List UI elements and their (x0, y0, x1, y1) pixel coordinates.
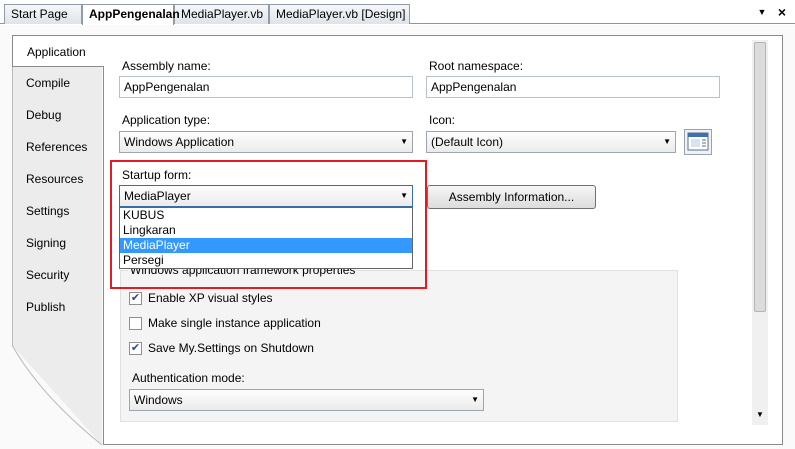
tab-dropdown-icon[interactable]: ▼ (756, 6, 768, 18)
close-icon[interactable]: × (775, 5, 789, 19)
highlight-annotation-box (110, 160, 427, 289)
save-settings-checkbox[interactable]: ✔ (129, 342, 142, 355)
authentication-mode-label: Authentication mode: (132, 371, 245, 385)
single-instance-label: Make single instance application (148, 316, 321, 330)
app-icon-preview-icon (684, 129, 712, 155)
side-tab-references[interactable]: References (12, 131, 102, 163)
scrollbar-thumb[interactable] (754, 42, 766, 312)
side-tab-compile[interactable]: Compile (12, 67, 102, 99)
tab-start-page[interactable]: Start Page (4, 4, 82, 24)
icon-label: Icon: (429, 113, 456, 127)
side-tab-application[interactable]: Application (12, 35, 104, 67)
chevron-down-icon: ▼ (663, 137, 671, 146)
save-settings-label: Save My.Settings on Shutdown (148, 341, 314, 355)
assembly-name-input[interactable]: AppPengenalan (119, 76, 413, 98)
document-tab-strip: Start Page AppPengenalan MediaPlayer.vb … (0, 0, 795, 25)
side-tab-resources[interactable]: Resources (12, 163, 102, 195)
application-type-select[interactable]: Windows Application ▼ (119, 131, 413, 153)
enable-xp-checkbox[interactable]: ✔ (129, 292, 142, 305)
side-tab-signing[interactable]: Signing (12, 227, 102, 259)
icon-value: (Default Icon) (431, 135, 504, 149)
root-namespace-input[interactable]: AppPengenalan (426, 76, 720, 98)
application-type-value: Windows Application (124, 135, 235, 149)
tab-app-pengenalan[interactable]: AppPengenalan (82, 4, 180, 25)
enable-xp-label: Enable XP visual styles (148, 291, 273, 305)
authentication-mode-select[interactable]: Windows ▼ (129, 389, 484, 411)
single-instance-checkbox[interactable] (129, 317, 142, 330)
assembly-information-button[interactable]: Assembly Information... (427, 185, 596, 209)
side-tab-settings[interactable]: Settings (12, 195, 102, 227)
side-tab-debug[interactable]: Debug (12, 99, 102, 131)
tab-mediaplayer-vb[interactable]: MediaPlayer.vb (174, 4, 269, 24)
chevron-down-icon: ▼ (471, 395, 479, 404)
side-tab-list: Application Compile Debug References Res… (12, 35, 104, 445)
icon-select[interactable]: (Default Icon) ▼ (426, 131, 676, 153)
scroll-down-arrow-icon[interactable]: ▼ (752, 408, 768, 422)
vertical-scrollbar[interactable]: ▼ (752, 40, 768, 425)
side-tab-publish[interactable]: Publish (12, 291, 102, 323)
side-tab-security[interactable]: Security (12, 259, 102, 291)
tab-mediaplayer-design[interactable]: MediaPlayer.vb [Design] (269, 4, 410, 24)
application-type-label: Application type: (122, 113, 211, 127)
chevron-down-icon: ▼ (400, 137, 408, 146)
authentication-mode-value: Windows (134, 393, 183, 407)
assembly-name-label: Assembly name: (122, 59, 211, 73)
root-namespace-label: Root namespace: (429, 59, 524, 73)
